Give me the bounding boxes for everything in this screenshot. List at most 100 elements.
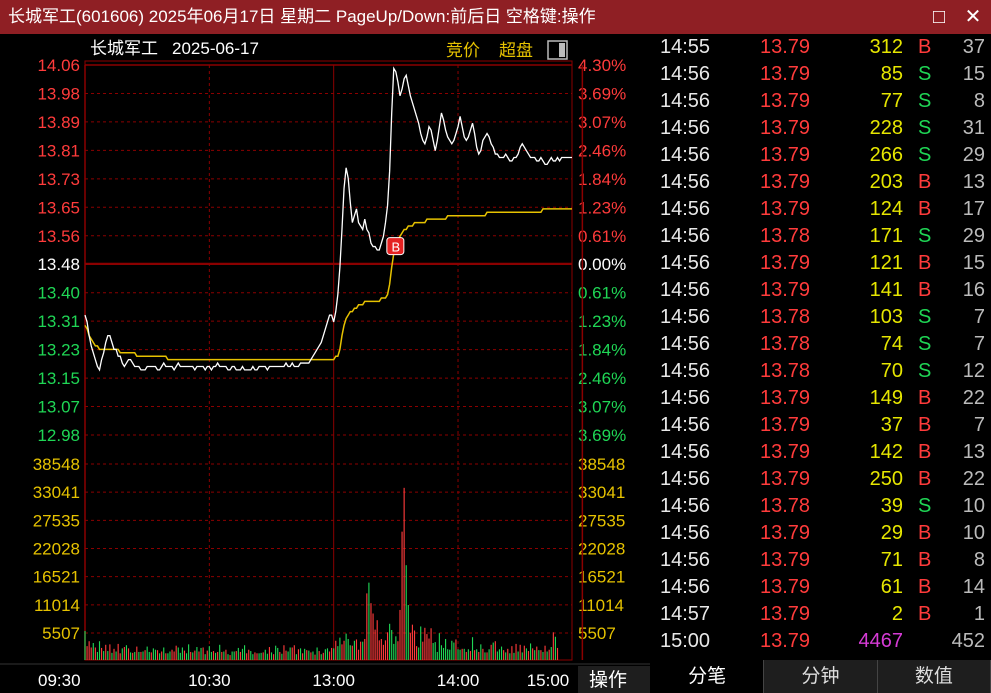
volume-bar [279,651,281,660]
volume-bar [550,647,552,660]
trade-row[interactable]: 14:55 13.79 312 B 37 [654,34,991,61]
trade-volume: 85 [880,63,903,85]
trade-row[interactable]: 14:56 13.79 37 B 7 [654,412,991,439]
volume-bar [498,649,501,660]
volume-bar [246,653,248,660]
volume-bar [523,645,525,660]
volume-bar [210,651,212,660]
trade-volume: 4467 [858,630,904,652]
trade-price: 13.78 [760,306,811,328]
maximize-icon[interactable]: □ [925,0,953,34]
trade-count: 10 [962,522,985,544]
volume-bar [416,646,418,660]
volume-bar [302,653,304,660]
volume-bar [482,648,484,660]
volume-bar [368,582,370,660]
trade-row[interactable]: 14:56 13.79 250 B 22 [654,466,991,493]
volume-bar [90,647,92,660]
trade-row[interactable]: 14:56 13.78 74 S 7 [654,331,991,358]
trade-price: 13.79 [760,468,811,490]
percent-tick-label: 1.23% [578,312,626,331]
trade-row[interactable]: 14:56 13.79 203 B 13 [654,169,991,196]
trade-price: 13.79 [760,414,811,436]
trade-count: 17 [962,198,985,220]
trade-row[interactable]: 14:56 13.79 266 S 29 [654,142,991,169]
volume-bar [107,651,109,660]
trade-row[interactable]: 15:00 13.79 4467 452 [654,628,991,655]
trade-volume: 228 [869,117,903,139]
percent-tick-label: 3.07% [578,113,626,132]
volume-bar [500,646,503,660]
intraday-chart[interactable]: 长城军工 2025-06-17 竞价 超盘 14.06 4.30% 13.98 3.69% 13… [0,34,650,693]
trade-count: 7 [973,306,985,328]
trade-side: B [918,576,932,598]
volume-bar [322,652,324,660]
volume-bar [442,647,445,660]
trade-count: 13 [962,171,985,193]
volume-bar [134,651,136,660]
volume-bar [345,633,347,660]
tab-values[interactable]: 数值 [877,660,991,693]
trade-row[interactable]: 14:56 13.79 77 S 8 [654,88,991,115]
volume-bar [333,648,335,660]
volume-bar [171,649,173,660]
volume-bar [233,651,235,660]
trade-row[interactable]: 14:56 13.79 71 B 8 [654,547,991,574]
volume-bar [529,643,532,660]
volume-bar [198,651,200,660]
trade-count: 7 [973,333,985,355]
volume-tick-label: 22028 [33,540,80,559]
percent-tick-label: 2.46% [578,369,626,388]
volume-bar [316,647,318,660]
trade-row[interactable]: 14:56 13.78 39 S 10 [654,493,991,520]
volume-bar [227,654,229,660]
trade-row[interactable]: 14:57 13.79 2 B 1 [654,601,991,628]
volume-bar [132,652,134,660]
volume-bar [337,646,339,660]
tab-minutes[interactable]: 分钟 [764,660,878,693]
trade-count: 452 [951,630,985,652]
volume-bar [432,643,434,660]
tab-ticks[interactable]: 分笔 [651,660,765,693]
trade-ticks-list[interactable]: 14:55 13.79 312 B 37 14:56 13.79 85 S 15 14:56 13.7… [654,34,991,660]
trade-price: 13.79 [760,144,811,166]
volume-bar [343,640,345,660]
close-icon[interactable]: ✕ [959,0,987,34]
trade-row[interactable]: 14:56 13.79 149 B 22 [654,385,991,412]
trade-row[interactable]: 14:56 13.78 70 S 12 [654,358,991,385]
trade-count: 12 [962,360,985,382]
volume-bar [521,652,523,660]
trade-row[interactable]: 14:56 13.79 29 B 10 [654,520,991,547]
volume-bar [451,640,453,660]
volume-tick-label-right: 27535 [578,511,625,530]
trade-row[interactable]: 14:56 13.78 103 S 7 [654,304,991,331]
trade-row[interactable]: 14:56 13.79 124 B 17 [654,196,991,223]
volume-bar [382,644,384,660]
volume-bar [424,627,426,660]
volume-bar [140,651,142,660]
trade-volume: 250 [869,468,903,490]
trade-row[interactable]: 14:56 13.79 142 B 13 [654,439,991,466]
trade-time: 14:56 [660,549,711,571]
volume-bar [237,647,239,660]
trade-price: 13.79 [760,576,811,598]
trade-row[interactable]: 14:56 13.79 61 B 14 [654,574,991,601]
trade-row[interactable]: 14:56 13.79 228 S 31 [654,115,991,142]
trade-row[interactable]: 14:56 13.79 121 B 15 [654,250,991,277]
volume-bar [225,649,227,660]
volume-tick-label: 16521 [33,568,80,587]
volume-bar [503,650,505,660]
panel-toggle-icon-fill [559,43,565,57]
trade-time: 14:56 [660,414,711,436]
intraday-chart-panel[interactable]: 长城军工 2025-06-17 竞价 超盘 14.06 4.30% 13.98 3.69% 13… [0,34,650,693]
volume-bar [192,652,194,660]
volume-bar [254,652,256,660]
trade-row[interactable]: 14:56 13.79 141 B 16 [654,277,991,304]
trade-row[interactable]: 14:56 13.79 85 S 15 [654,61,991,88]
trade-row[interactable]: 14:56 13.78 171 S 29 [654,223,991,250]
volume-bar [241,648,244,660]
trade-side: S [918,333,932,355]
volume-bar [399,609,401,660]
percent-tick-label: 2.46% [578,141,626,160]
trade-volume: 71 [880,549,903,571]
